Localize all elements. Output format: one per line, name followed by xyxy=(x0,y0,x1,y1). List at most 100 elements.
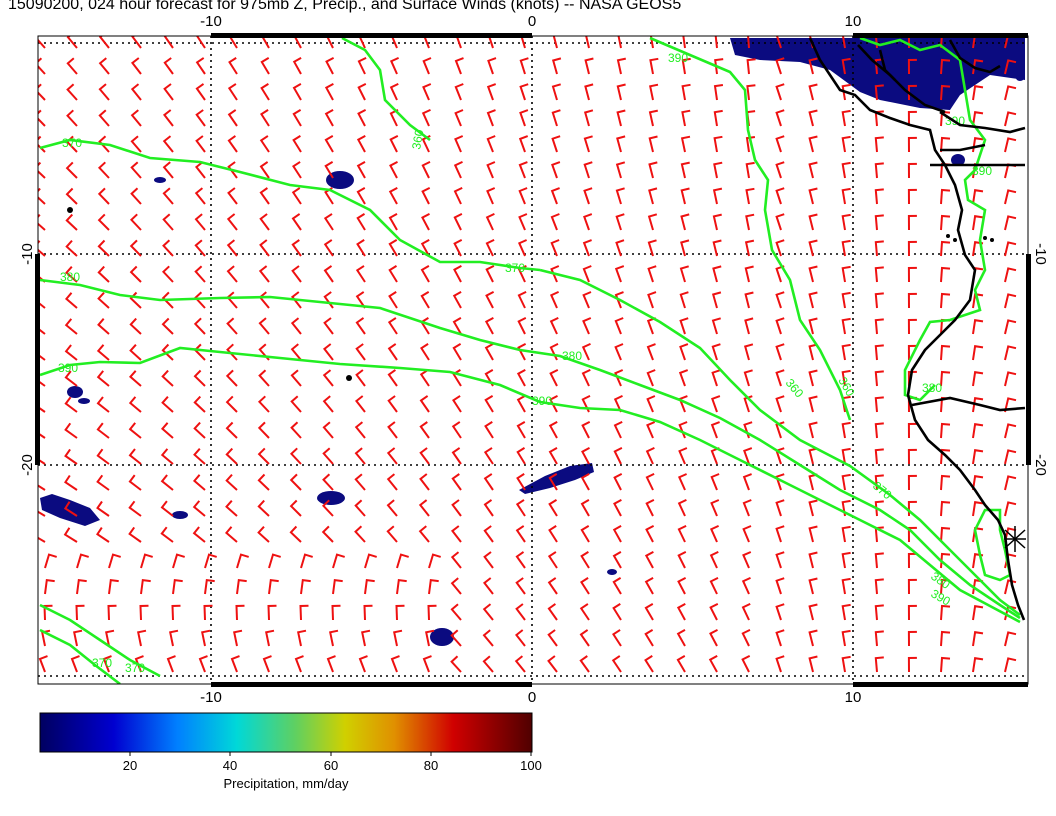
wind-barb xyxy=(907,630,917,647)
wind-barb xyxy=(354,421,366,439)
wind-barb xyxy=(612,577,622,595)
wind-barb xyxy=(517,317,527,335)
wind-barb xyxy=(322,343,334,361)
wind-barb xyxy=(677,525,687,543)
wind-barb xyxy=(808,551,818,569)
wind-barb xyxy=(680,135,691,153)
wind-barb xyxy=(323,317,334,335)
wind-barb xyxy=(321,525,334,543)
wind-barb xyxy=(195,161,206,179)
wind-barb xyxy=(396,578,407,595)
wind-barb xyxy=(679,317,689,335)
wind-barb xyxy=(289,525,302,543)
wind-barb xyxy=(584,57,594,75)
wind-barb xyxy=(420,343,430,361)
wind-barb xyxy=(874,136,884,153)
wind-barb xyxy=(38,476,46,491)
wind-barb xyxy=(808,135,818,153)
wind-barb xyxy=(972,371,984,387)
wind-barb xyxy=(420,291,430,309)
y-tick-label: -10 xyxy=(1032,243,1049,265)
wind-barb xyxy=(808,265,818,283)
wind-barb xyxy=(70,655,80,673)
wind-barb xyxy=(746,84,756,101)
wind-barb xyxy=(172,578,183,595)
wind-barb xyxy=(130,83,142,101)
wind-barb xyxy=(262,655,272,673)
wind-barb xyxy=(332,578,343,595)
wind-barb xyxy=(775,187,785,205)
wind-barb xyxy=(454,83,464,101)
wind-barb xyxy=(128,396,142,413)
wind-barb xyxy=(679,343,689,361)
wind-barb xyxy=(96,500,110,517)
wind-barb xyxy=(741,655,751,673)
wind-barb xyxy=(452,395,462,413)
wind-barb xyxy=(583,161,593,179)
wind-barb xyxy=(483,447,494,465)
wind-barb xyxy=(63,527,78,543)
wind-barb xyxy=(421,108,431,127)
wind-barb xyxy=(258,317,270,335)
wind-barb xyxy=(257,395,270,413)
wind-barb xyxy=(356,187,366,205)
wind-barb xyxy=(389,161,398,179)
wind-barb xyxy=(130,135,142,153)
wind-barb xyxy=(744,291,754,309)
wind-barb xyxy=(486,109,496,127)
wind-barb xyxy=(614,343,624,361)
wind-barb xyxy=(679,265,689,283)
wind-barb xyxy=(614,265,625,283)
wind-barb xyxy=(322,473,334,491)
wind-barb xyxy=(386,447,398,465)
wind-barb xyxy=(741,629,751,647)
wind-barb xyxy=(166,655,176,673)
wind-barb xyxy=(710,421,720,439)
wind-barb xyxy=(38,109,46,127)
wind-barb xyxy=(649,57,659,75)
wind-barb xyxy=(711,395,721,413)
wind-barb xyxy=(227,109,238,127)
wind-barb xyxy=(38,36,46,49)
wind-barb xyxy=(323,291,334,309)
wind-barb xyxy=(228,57,238,75)
wind-barb xyxy=(582,291,592,309)
wind-barb xyxy=(682,36,686,49)
wind-barb xyxy=(676,655,686,673)
wind-barb xyxy=(940,500,951,517)
wind-barb xyxy=(322,447,334,465)
wind-barb xyxy=(841,317,851,335)
wind-barb xyxy=(292,135,302,153)
wind-barb xyxy=(258,369,270,387)
wind-barb xyxy=(450,577,462,595)
wind-barb xyxy=(808,291,818,309)
wind-barb xyxy=(453,265,462,283)
wind-barb xyxy=(292,109,302,127)
wind-barb xyxy=(1004,267,1017,283)
wind-barb xyxy=(386,473,398,491)
wind-barb xyxy=(161,369,174,387)
wind-barb xyxy=(742,499,752,517)
wind-barb xyxy=(44,578,55,595)
wind-barb xyxy=(129,213,142,231)
contour-label: 370 xyxy=(92,656,112,670)
wind-barb xyxy=(454,109,464,127)
wind-barb xyxy=(428,553,441,569)
wind-barb xyxy=(163,57,174,75)
wind-barb xyxy=(940,188,951,205)
wind-barb xyxy=(193,448,206,465)
colorbar-title: Precipitation, mm/day xyxy=(223,776,349,791)
wind-barb xyxy=(387,395,398,413)
wind-barb xyxy=(1004,163,1017,179)
wind-barb xyxy=(38,135,46,153)
wind-barb xyxy=(98,36,110,49)
wind-barb xyxy=(66,109,78,127)
wind-barb xyxy=(226,317,238,335)
wind-barb xyxy=(418,525,430,543)
wind-barb xyxy=(38,536,46,543)
wind-barb xyxy=(453,213,463,231)
wind-barb xyxy=(712,187,723,205)
wind-barb xyxy=(709,603,719,621)
wind-barb xyxy=(128,526,142,543)
wind-barb xyxy=(907,604,917,621)
